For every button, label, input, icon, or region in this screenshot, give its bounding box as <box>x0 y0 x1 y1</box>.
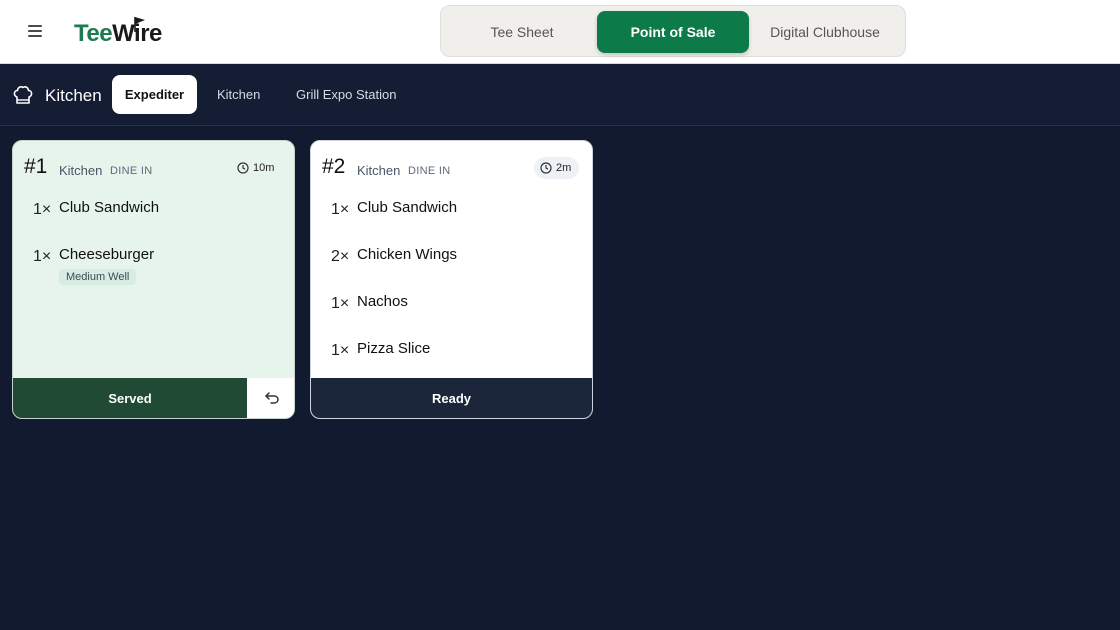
mode-switch: Tee Sheet Point of Sale Digital Clubhous… <box>440 5 906 57</box>
clock-icon <box>237 162 249 174</box>
logo-text: TeeWire <box>74 20 162 48</box>
item-qty: 1× <box>331 295 350 312</box>
served-button[interactable]: Served <box>13 378 247 418</box>
station-title: Kitchen <box>45 86 102 105</box>
mode-point-of-sale[interactable]: Point of Sale <box>597 11 749 53</box>
undo-button[interactable] <box>247 378 294 418</box>
clock-icon <box>540 162 552 174</box>
item-qty: 1× <box>331 201 350 218</box>
logo-text-tee: Tee <box>74 20 113 47</box>
order-card: #1 Kitchen DINE IN 10m 1× Club Sandwich … <box>12 140 295 419</box>
item-qty: 2× <box>331 248 350 265</box>
mode-tee-sheet[interactable]: Tee Sheet <box>447 11 597 53</box>
order-station: Kitchen <box>59 163 103 178</box>
item-name: Pizza Slice <box>357 340 431 357</box>
mode-digital-clubhouse[interactable]: Digital Clubhouse <box>749 11 901 53</box>
tab-grill-expo-station[interactable]: Grill Expo Station <box>282 75 410 114</box>
undo-icon <box>264 392 279 404</box>
top-bar: TeeWire Tee Sheet Point of Sale Digital … <box>0 0 1120 64</box>
tab-expediter[interactable]: Expediter <box>112 75 197 114</box>
order-number: #2 <box>322 155 346 178</box>
teewire-logo[interactable]: TeeWire <box>74 14 164 50</box>
order-type: DINE IN <box>110 165 153 177</box>
item-qty: 1× <box>331 342 350 359</box>
item-modifier: Medium Well <box>59 269 137 285</box>
station-bar: Kitchen Expediter Kitchen Grill Expo Sta… <box>0 64 1120 126</box>
chef-hat-icon <box>13 86 33 104</box>
item-name: Nachos <box>357 293 408 310</box>
logo-text-wire: Wire <box>112 20 162 47</box>
card-footer: Ready <box>311 378 592 418</box>
item-qty: 1× <box>33 248 52 265</box>
order-card: #2 Kitchen DINE IN 2m 1× Club Sandwich 2… <box>310 140 593 419</box>
item-name: Chicken Wings <box>357 246 458 263</box>
ready-button[interactable]: Ready <box>311 378 592 418</box>
order-elapsed: 2m <box>556 162 572 174</box>
item-name: Cheeseburger <box>59 246 155 263</box>
order-type: DINE IN <box>408 165 451 177</box>
order-station: Kitchen <box>357 163 401 178</box>
order-timer: 2m <box>534 157 580 179</box>
tab-kitchen[interactable]: Kitchen <box>203 75 274 114</box>
item-name: Club Sandwich <box>59 199 160 216</box>
card-footer: Served <box>13 378 294 418</box>
order-elapsed: 10m <box>253 162 275 174</box>
item-name: Club Sandwich <box>357 199 458 216</box>
order-number: #1 <box>24 155 48 178</box>
item-qty: 1× <box>33 201 52 218</box>
order-timer: 10m <box>231 157 282 179</box>
hamburger-icon[interactable] <box>28 20 50 42</box>
